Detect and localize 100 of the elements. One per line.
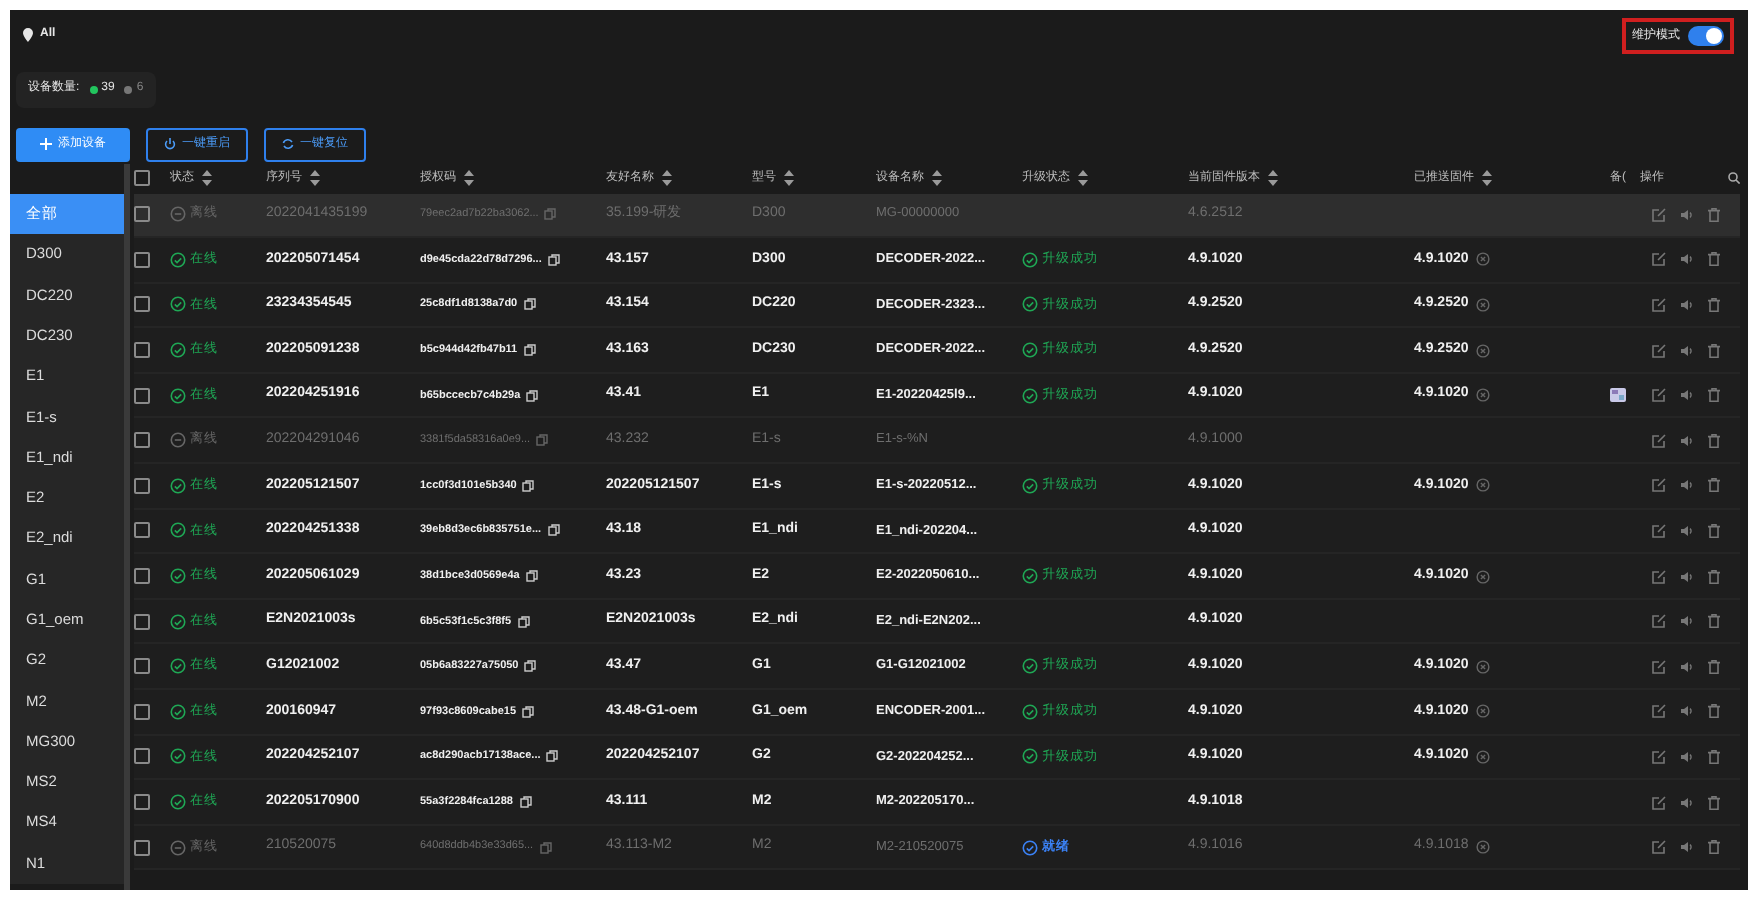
- online-icon: [170, 613, 186, 630]
- sort-icon[interactable]: [662, 170, 672, 186]
- pin-icon: [22, 28, 34, 42]
- refresh-icon: [282, 138, 294, 150]
- trash-icon[interactable]: [1708, 614, 1720, 629]
- edit-icon[interactable]: [1652, 252, 1666, 267]
- sort-icon[interactable]: [1078, 170, 1088, 186]
- trash-icon[interactable]: [1708, 343, 1720, 358]
- edit-icon[interactable]: [1652, 343, 1666, 358]
- edit-icon[interactable]: [1652, 614, 1666, 629]
- sort-icon[interactable]: [202, 170, 212, 186]
- row-checkbox[interactable]: [134, 748, 150, 765]
- edit-icon[interactable]: [1652, 704, 1666, 719]
- sort-icon[interactable]: [784, 170, 794, 186]
- trash-icon[interactable]: [1708, 569, 1720, 584]
- row-checkbox[interactable]: [134, 477, 150, 494]
- success-icon: [1022, 703, 1038, 720]
- success-icon: [1022, 568, 1038, 585]
- row-checkbox[interactable]: [134, 839, 150, 856]
- cancel-icon[interactable]: [1476, 478, 1491, 493]
- speaker-icon[interactable]: [1680, 207, 1694, 222]
- success-icon: [1022, 477, 1038, 494]
- sort-icon[interactable]: [310, 170, 320, 186]
- row-checkbox[interactable]: [134, 296, 150, 313]
- success-icon: [1022, 342, 1038, 359]
- success-icon: [1022, 748, 1038, 765]
- sort-icon[interactable]: [932, 170, 942, 186]
- speaker-icon[interactable]: [1680, 478, 1694, 493]
- row-checkbox[interactable]: [134, 794, 150, 811]
- speaker-icon[interactable]: [1680, 433, 1694, 448]
- online-icon: [170, 251, 186, 268]
- cancel-icon[interactable]: [1476, 297, 1491, 312]
- speaker-icon[interactable]: [1680, 795, 1694, 810]
- row-checkbox[interactable]: [134, 568, 150, 585]
- row-checkbox[interactable]: [134, 432, 150, 449]
- edit-icon[interactable]: [1652, 478, 1666, 493]
- speaker-icon[interactable]: [1680, 343, 1694, 358]
- edit-icon[interactable]: [1652, 433, 1666, 448]
- cancel-icon[interactable]: [1476, 749, 1491, 764]
- trash-icon[interactable]: [1708, 207, 1720, 222]
- sort-icon[interactable]: [1482, 170, 1492, 186]
- cancel-icon[interactable]: [1476, 343, 1491, 358]
- speaker-icon[interactable]: [1680, 297, 1694, 312]
- cancel-icon[interactable]: [1476, 388, 1491, 403]
- power-icon: [164, 138, 176, 150]
- cancel-icon[interactable]: [1476, 840, 1491, 855]
- online-icon: [170, 658, 186, 675]
- speaker-icon[interactable]: [1680, 252, 1694, 267]
- maintenance-switch[interactable]: [1688, 26, 1724, 46]
- trash-icon[interactable]: [1708, 704, 1720, 719]
- success-icon: [1022, 296, 1038, 313]
- trash-icon[interactable]: [1708, 297, 1720, 312]
- edit-icon[interactable]: [1652, 659, 1666, 674]
- row-checkbox[interactable]: [134, 522, 150, 539]
- speaker-icon[interactable]: [1680, 569, 1694, 584]
- row-checkbox[interactable]: [134, 613, 150, 630]
- success-icon: [1022, 658, 1038, 675]
- trash-icon[interactable]: [1708, 252, 1720, 267]
- speaker-icon[interactable]: [1680, 614, 1694, 629]
- edit-icon[interactable]: [1652, 523, 1666, 538]
- cancel-icon[interactable]: [1476, 659, 1491, 674]
- speaker-icon[interactable]: [1680, 840, 1694, 855]
- sort-icon[interactable]: [464, 170, 474, 186]
- row-checkbox[interactable]: [134, 251, 150, 268]
- note-icon[interactable]: [1610, 388, 1626, 403]
- cancel-icon[interactable]: [1476, 569, 1491, 584]
- online-icon: [170, 477, 186, 494]
- edit-icon[interactable]: [1652, 840, 1666, 855]
- speaker-icon[interactable]: [1680, 749, 1694, 764]
- row-checkbox[interactable]: [134, 658, 150, 675]
- search-icon[interactable]: [1728, 172, 1740, 184]
- trash-icon[interactable]: [1708, 523, 1720, 538]
- plus-icon: [40, 138, 52, 150]
- cancel-icon[interactable]: [1476, 252, 1491, 267]
- row-checkbox[interactable]: [134, 703, 150, 720]
- row-checkbox[interactable]: [134, 206, 150, 223]
- edit-icon[interactable]: [1652, 795, 1666, 810]
- speaker-icon[interactable]: [1680, 704, 1694, 719]
- trash-icon[interactable]: [1708, 659, 1720, 674]
- edit-icon[interactable]: [1652, 388, 1666, 403]
- trash-icon[interactable]: [1708, 749, 1720, 764]
- speaker-icon[interactable]: [1680, 523, 1694, 538]
- trash-icon[interactable]: [1708, 388, 1720, 403]
- edit-icon[interactable]: [1652, 569, 1666, 584]
- row-checkbox[interactable]: [134, 342, 150, 359]
- online-icon: [170, 568, 186, 585]
- edit-icon[interactable]: [1652, 207, 1666, 222]
- trash-icon[interactable]: [1708, 795, 1720, 810]
- speaker-icon[interactable]: [1680, 659, 1694, 674]
- speaker-icon[interactable]: [1680, 388, 1694, 403]
- sort-icon[interactable]: [1268, 170, 1278, 186]
- cancel-icon[interactable]: [1476, 704, 1491, 719]
- trash-icon[interactable]: [1708, 478, 1720, 493]
- row-checkbox[interactable]: [134, 387, 150, 404]
- online-icon: [170, 342, 186, 359]
- trash-icon[interactable]: [1708, 433, 1720, 448]
- edit-icon[interactable]: [1652, 297, 1666, 312]
- edit-icon[interactable]: [1652, 749, 1666, 764]
- trash-icon[interactable]: [1708, 840, 1720, 855]
- row-checkbox[interactable]: [134, 170, 150, 186]
